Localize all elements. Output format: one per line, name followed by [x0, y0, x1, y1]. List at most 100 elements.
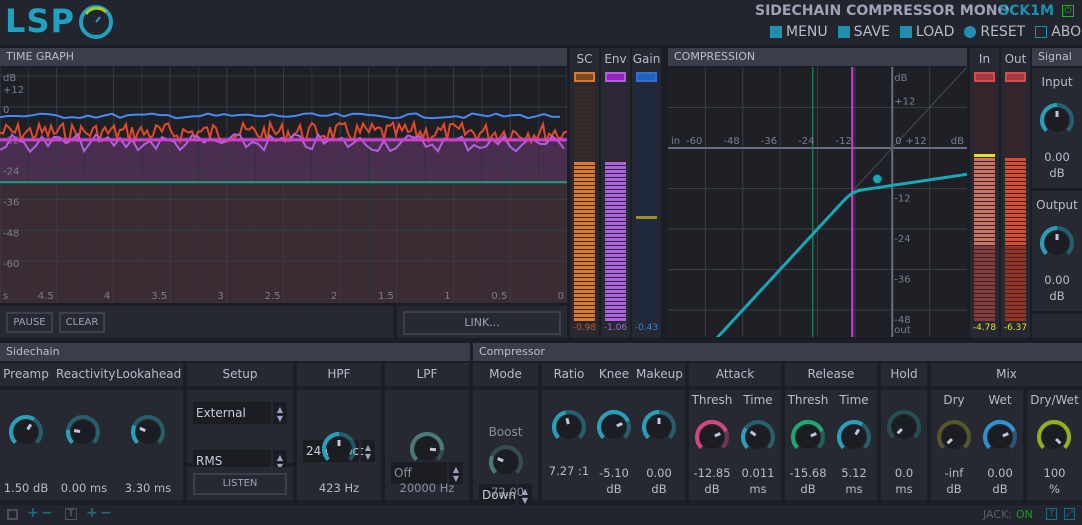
- meter-in: In -4.78: [970, 48, 999, 338]
- hold-unit: ms: [895, 482, 913, 496]
- reactivity-knob[interactable]: [64, 413, 102, 451]
- knob-body: [602, 415, 626, 439]
- reset-button[interactable]: RESET: [964, 24, 1025, 40]
- knee-knob[interactable]: [595, 408, 633, 446]
- listen-button[interactable]: LISTEN: [193, 473, 287, 495]
- meter-segment: [636, 134, 657, 137]
- drywet-knob[interactable]: [1035, 418, 1073, 456]
- boost-knob[interactable]: [487, 443, 525, 481]
- hold-knob[interactable]: [885, 408, 923, 446]
- peak-indicator[interactable]: [605, 72, 626, 82]
- meter-segment: [636, 258, 657, 261]
- peak-indicator[interactable]: [636, 72, 657, 82]
- knob-body: [892, 415, 916, 439]
- meter-segment: [974, 306, 995, 309]
- lpf-frequency-knob[interactable]: [408, 430, 446, 468]
- meter-segment: [605, 306, 626, 309]
- makeup-label: Makeup: [636, 367, 683, 381]
- font-scale-plus-button[interactable]: +: [86, 505, 98, 521]
- preamp-value: 1.50 dB: [3, 481, 49, 495]
- ratio-knob[interactable]: [550, 408, 588, 446]
- meter-segment: [605, 202, 626, 205]
- meter-segment: [974, 114, 995, 117]
- attack-threshold-knob[interactable]: [693, 418, 731, 456]
- attack-time-knob[interactable]: [739, 418, 777, 456]
- meter-segment: [574, 226, 595, 229]
- link-button[interactable]: LINK...: [403, 311, 561, 335]
- clear-button[interactable]: CLEAR: [59, 312, 105, 333]
- meter-segment: [1005, 302, 1026, 305]
- peak-indicator[interactable]: [1005, 72, 1026, 82]
- meter-segment: [636, 110, 657, 113]
- knee-unit: dB: [606, 482, 622, 496]
- y-axis-label: +12: [894, 97, 915, 108]
- meter-segment: [636, 178, 657, 181]
- meter-segment: [974, 138, 995, 141]
- x-axis-label: -12: [836, 136, 852, 147]
- release-threshold-value: -15.68: [789, 466, 827, 480]
- peak-indicator[interactable]: [574, 72, 595, 82]
- meter-segment: [636, 310, 657, 313]
- input-gain-knob[interactable]: [1038, 101, 1076, 139]
- about-button[interactable]: ABOUT: [1035, 24, 1082, 40]
- meter-segment: [974, 246, 995, 249]
- save-button[interactable]: SAVE: [837, 24, 890, 40]
- meter-segment: [574, 106, 595, 109]
- meter-segment: [574, 302, 595, 305]
- meter-segment: [574, 238, 595, 241]
- knob-body: [988, 425, 1012, 449]
- load-button[interactable]: LOAD: [899, 24, 954, 40]
- x-axis-label: 4.5: [38, 291, 54, 302]
- meter-segment: [574, 314, 595, 317]
- meter-segment: [974, 146, 995, 149]
- meter-segment: [574, 146, 595, 149]
- pause-button[interactable]: PAUSE: [6, 312, 53, 333]
- meter-segment: [1005, 186, 1026, 189]
- meter-segment: [636, 242, 657, 245]
- x-axis-label: in: [671, 136, 680, 147]
- makeup-knob[interactable]: [640, 408, 678, 446]
- wet-knob[interactable]: [981, 418, 1019, 456]
- meter-segment: [605, 90, 626, 93]
- sidechain-source-select[interactable]: External ▲ ▼: [193, 402, 287, 424]
- output-gain-knob[interactable]: [1038, 224, 1076, 262]
- meter-segment: [1005, 178, 1026, 181]
- menu-button[interactable]: MENU: [770, 24, 828, 40]
- release-threshold-knob[interactable]: [789, 418, 827, 456]
- header-menu: MENU SAVE LOAD RESET ABOUT: [770, 24, 1082, 40]
- meter-segment: [974, 166, 995, 169]
- meter-segment: [574, 174, 595, 177]
- power-button[interactable]: ⏻: [1062, 5, 1074, 17]
- meter-segment: [574, 170, 595, 173]
- dry-knob[interactable]: [935, 418, 973, 456]
- meter-segment: [636, 266, 657, 269]
- x-axis-label: 2.5: [265, 291, 281, 302]
- meter-segment: [574, 234, 595, 237]
- meter-segment: [605, 126, 626, 129]
- meter-sc: SC -0.98: [570, 48, 599, 338]
- meter-segment: [974, 90, 995, 93]
- release-thresh-label: Thresh: [787, 393, 829, 407]
- peak-indicator[interactable]: [974, 72, 995, 82]
- font-scale-minus-button[interactable]: −: [100, 505, 112, 521]
- meter-segment: [636, 150, 657, 153]
- meter-segment: [1005, 134, 1026, 137]
- hpf-frequency-value: 423 Hz: [318, 481, 360, 495]
- meter-out: Out -6.37: [1001, 48, 1030, 338]
- meter-value: -0.98: [572, 323, 597, 333]
- meter-segment: [574, 214, 595, 217]
- window-scale-plus-button[interactable]: +: [27, 505, 39, 521]
- lookahead-knob[interactable]: [129, 413, 167, 451]
- fullscreen-icon[interactable]: ⤢: [1064, 508, 1075, 520]
- preamp-knob[interactable]: [7, 413, 45, 451]
- help-icon[interactable]: ?: [1046, 508, 1057, 520]
- lookahead-value: 3.30 ms: [124, 481, 172, 495]
- release-time-label: Time: [839, 393, 869, 407]
- setup-label: Setup: [222, 367, 258, 381]
- hpf-frequency-knob[interactable]: [320, 430, 358, 468]
- meter-segment: [574, 154, 595, 157]
- release-time-knob[interactable]: [835, 418, 873, 456]
- window-scale-minus-button[interactable]: −: [41, 505, 53, 521]
- x-axis-label: -60: [686, 136, 702, 147]
- meter-segment: [974, 126, 995, 129]
